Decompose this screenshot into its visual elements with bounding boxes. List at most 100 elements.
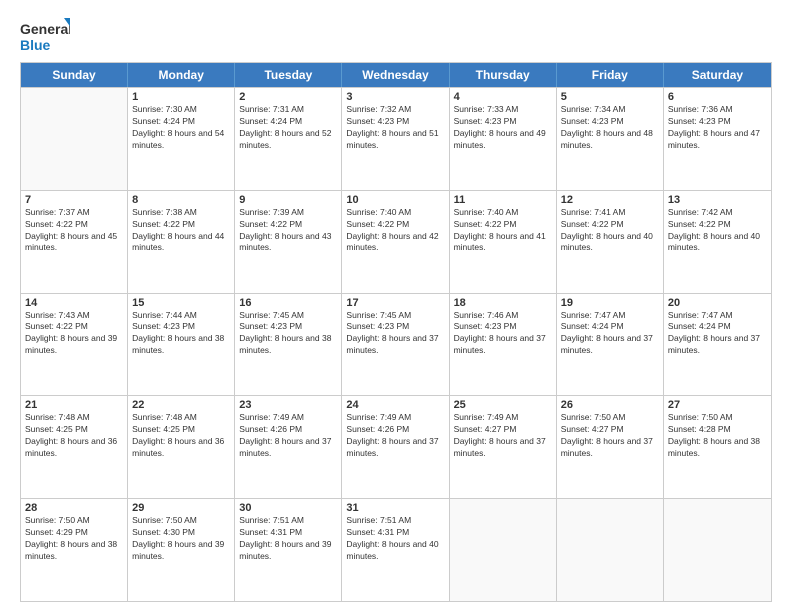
day-number: 14 [25,297,123,309]
day-info: Sunrise: 7:40 AMSunset: 4:22 PMDaylight:… [454,207,552,255]
day-info: Sunrise: 7:51 AMSunset: 4:31 PMDaylight:… [239,515,337,563]
day-info: Sunrise: 7:37 AMSunset: 4:22 PMDaylight:… [25,207,123,255]
header-day-friday: Friday [557,63,664,87]
table-row [557,499,664,601]
table-row: 23Sunrise: 7:49 AMSunset: 4:26 PMDayligh… [235,396,342,498]
day-info: Sunrise: 7:50 AMSunset: 4:28 PMDaylight:… [668,412,767,460]
day-info: Sunrise: 7:42 AMSunset: 4:22 PMDaylight:… [668,207,767,255]
day-info: Sunrise: 7:41 AMSunset: 4:22 PMDaylight:… [561,207,659,255]
day-info: Sunrise: 7:48 AMSunset: 4:25 PMDaylight:… [132,412,230,460]
table-row: 9Sunrise: 7:39 AMSunset: 4:22 PMDaylight… [235,191,342,293]
calendar: SundayMondayTuesdayWednesdayThursdayFrid… [20,62,772,602]
day-info: Sunrise: 7:40 AMSunset: 4:22 PMDaylight:… [346,207,444,255]
table-row: 19Sunrise: 7:47 AMSunset: 4:24 PMDayligh… [557,294,664,396]
table-row: 28Sunrise: 7:50 AMSunset: 4:29 PMDayligh… [21,499,128,601]
table-row: 12Sunrise: 7:41 AMSunset: 4:22 PMDayligh… [557,191,664,293]
table-row: 17Sunrise: 7:45 AMSunset: 4:23 PMDayligh… [342,294,449,396]
day-info: Sunrise: 7:50 AMSunset: 4:29 PMDaylight:… [25,515,123,563]
day-info: Sunrise: 7:51 AMSunset: 4:31 PMDaylight:… [346,515,444,563]
table-row: 3Sunrise: 7:32 AMSunset: 4:23 PMDaylight… [342,88,449,190]
day-number: 8 [132,194,230,206]
table-row: 18Sunrise: 7:46 AMSunset: 4:23 PMDayligh… [450,294,557,396]
day-number: 27 [668,399,767,411]
day-number: 30 [239,502,337,514]
table-row: 11Sunrise: 7:40 AMSunset: 4:22 PMDayligh… [450,191,557,293]
header-day-tuesday: Tuesday [235,63,342,87]
day-number: 26 [561,399,659,411]
page: General Blue SundayMondayTuesdayWednesda… [0,0,792,612]
day-number: 23 [239,399,337,411]
table-row: 8Sunrise: 7:38 AMSunset: 4:22 PMDaylight… [128,191,235,293]
table-row: 25Sunrise: 7:49 AMSunset: 4:27 PMDayligh… [450,396,557,498]
svg-text:Blue: Blue [20,37,51,53]
day-number: 7 [25,194,123,206]
day-number: 18 [454,297,552,309]
header-day-sunday: Sunday [21,63,128,87]
calendar-row-4: 28Sunrise: 7:50 AMSunset: 4:29 PMDayligh… [21,498,771,601]
table-row [664,499,771,601]
header-day-monday: Monday [128,63,235,87]
day-info: Sunrise: 7:43 AMSunset: 4:22 PMDaylight:… [25,310,123,358]
day-number: 4 [454,91,552,103]
table-row: 10Sunrise: 7:40 AMSunset: 4:22 PMDayligh… [342,191,449,293]
day-number: 17 [346,297,444,309]
header: General Blue [20,18,772,54]
day-info: Sunrise: 7:30 AMSunset: 4:24 PMDaylight:… [132,104,230,152]
table-row: 21Sunrise: 7:48 AMSunset: 4:25 PMDayligh… [21,396,128,498]
calendar-row-1: 7Sunrise: 7:37 AMSunset: 4:22 PMDaylight… [21,190,771,293]
day-info: Sunrise: 7:32 AMSunset: 4:23 PMDaylight:… [346,104,444,152]
table-row: 4Sunrise: 7:33 AMSunset: 4:23 PMDaylight… [450,88,557,190]
day-info: Sunrise: 7:39 AMSunset: 4:22 PMDaylight:… [239,207,337,255]
table-row: 16Sunrise: 7:45 AMSunset: 4:23 PMDayligh… [235,294,342,396]
day-number: 1 [132,91,230,103]
table-row: 29Sunrise: 7:50 AMSunset: 4:30 PMDayligh… [128,499,235,601]
day-number: 10 [346,194,444,206]
day-info: Sunrise: 7:34 AMSunset: 4:23 PMDaylight:… [561,104,659,152]
table-row: 15Sunrise: 7:44 AMSunset: 4:23 PMDayligh… [128,294,235,396]
day-info: Sunrise: 7:50 AMSunset: 4:30 PMDaylight:… [132,515,230,563]
table-row: 27Sunrise: 7:50 AMSunset: 4:28 PMDayligh… [664,396,771,498]
table-row: 30Sunrise: 7:51 AMSunset: 4:31 PMDayligh… [235,499,342,601]
table-row: 5Sunrise: 7:34 AMSunset: 4:23 PMDaylight… [557,88,664,190]
day-number: 3 [346,91,444,103]
day-info: Sunrise: 7:46 AMSunset: 4:23 PMDaylight:… [454,310,552,358]
table-row: 24Sunrise: 7:49 AMSunset: 4:26 PMDayligh… [342,396,449,498]
day-info: Sunrise: 7:44 AMSunset: 4:23 PMDaylight:… [132,310,230,358]
day-number: 24 [346,399,444,411]
table-row: 20Sunrise: 7:47 AMSunset: 4:24 PMDayligh… [664,294,771,396]
day-info: Sunrise: 7:47 AMSunset: 4:24 PMDaylight:… [668,310,767,358]
day-number: 15 [132,297,230,309]
day-number: 19 [561,297,659,309]
day-info: Sunrise: 7:31 AMSunset: 4:24 PMDaylight:… [239,104,337,152]
day-number: 12 [561,194,659,206]
table-row: 31Sunrise: 7:51 AMSunset: 4:31 PMDayligh… [342,499,449,601]
day-info: Sunrise: 7:50 AMSunset: 4:27 PMDaylight:… [561,412,659,460]
day-info: Sunrise: 7:36 AMSunset: 4:23 PMDaylight:… [668,104,767,152]
day-number: 9 [239,194,337,206]
header-day-saturday: Saturday [664,63,771,87]
calendar-body: 1Sunrise: 7:30 AMSunset: 4:24 PMDaylight… [21,87,771,601]
day-number: 28 [25,502,123,514]
table-row [450,499,557,601]
day-number: 31 [346,502,444,514]
calendar-row-3: 21Sunrise: 7:48 AMSunset: 4:25 PMDayligh… [21,395,771,498]
day-info: Sunrise: 7:48 AMSunset: 4:25 PMDaylight:… [25,412,123,460]
table-row: 1Sunrise: 7:30 AMSunset: 4:24 PMDaylight… [128,88,235,190]
day-number: 2 [239,91,337,103]
table-row: 7Sunrise: 7:37 AMSunset: 4:22 PMDaylight… [21,191,128,293]
day-number: 20 [668,297,767,309]
day-number: 21 [25,399,123,411]
header-day-wednesday: Wednesday [342,63,449,87]
header-day-thursday: Thursday [450,63,557,87]
calendar-header: SundayMondayTuesdayWednesdayThursdayFrid… [21,63,771,87]
svg-text:General: General [20,21,70,37]
day-number: 16 [239,297,337,309]
day-number: 25 [454,399,552,411]
table-row: 2Sunrise: 7:31 AMSunset: 4:24 PMDaylight… [235,88,342,190]
day-number: 29 [132,502,230,514]
day-number: 22 [132,399,230,411]
day-number: 6 [668,91,767,103]
day-info: Sunrise: 7:33 AMSunset: 4:23 PMDaylight:… [454,104,552,152]
day-info: Sunrise: 7:49 AMSunset: 4:26 PMDaylight:… [346,412,444,460]
day-info: Sunrise: 7:45 AMSunset: 4:23 PMDaylight:… [346,310,444,358]
